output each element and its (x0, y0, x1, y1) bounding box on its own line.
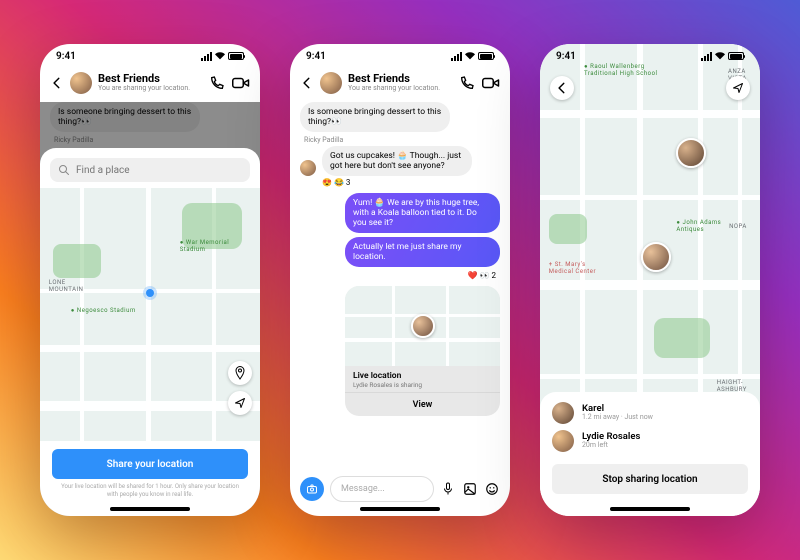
map-label: ● John Adams Antiques (676, 219, 721, 233)
reaction-pill[interactable]: 😍 😂 3 (322, 178, 500, 187)
clock: 9:41 (306, 51, 326, 62)
chat-subtitle: You are sharing your location. (348, 85, 452, 93)
status-icons (451, 51, 494, 61)
clock: 9:41 (56, 51, 76, 62)
live-location-subtitle: Lydie Rosales is sharing (353, 381, 492, 389)
chat-subtitle: You are sharing your location. (98, 85, 202, 93)
person-subtitle: 1.2 mi away · Just now (582, 414, 653, 422)
location-picker-sheet: LONE MOUNTAIN NOPA ● Negoesco Stadium ● … (40, 148, 260, 516)
battery-icon (728, 52, 744, 60)
back-button[interactable] (550, 76, 574, 100)
clock: 9:41 (556, 51, 576, 62)
map-label: NOPA (729, 223, 747, 230)
map[interactable]: LONE MOUNTAIN NOPA ● Negoesco Stadium ● … (40, 188, 260, 441)
live-location-card[interactable]: Live location Lydie Rosales is sharing V… (345, 286, 500, 416)
chat-title: Best Friends (348, 73, 452, 85)
person-row[interactable]: Karel 1.2 mi away · Just now (552, 402, 748, 424)
map-label-negoesco: ● Negoesco Stadium (71, 307, 136, 314)
battery-icon (478, 52, 494, 60)
call-button[interactable] (458, 74, 476, 92)
mic-button[interactable] (440, 481, 456, 497)
live-location-thumbnail (345, 286, 500, 366)
status-bar: 9:41 (540, 44, 760, 68)
camera-button[interactable] (300, 477, 324, 501)
phone-3: 9:41 ● Raoul Wallenberg Traditional High… (540, 44, 760, 516)
live-location-view-button[interactable]: View (345, 392, 500, 416)
chat-header: Best Friends You are sharing your locati… (290, 68, 510, 102)
search-input[interactable] (76, 165, 242, 176)
sticker-button[interactable] (484, 481, 500, 497)
live-location-title: Live location (353, 371, 492, 381)
map-label-lone-mountain: LONE MOUNTAIN (49, 279, 84, 293)
back-button[interactable] (50, 76, 64, 90)
outgoing-message[interactable]: Yum! 🧁 We are by this huge tree, with a … (345, 193, 500, 233)
incoming-message[interactable]: Is someone bringing dessert to this thin… (300, 102, 450, 132)
incoming-message[interactable]: Got us cupcakes! 🧁 Though... just got he… (322, 146, 472, 176)
person-subtitle: 20m left (582, 442, 640, 450)
recenter-button[interactable] (228, 391, 252, 415)
people-sheet[interactable]: Karel 1.2 mi away · Just now Lydie Rosal… (540, 392, 760, 516)
map-label-war-memorial: ● War Memorial Stadium (180, 239, 229, 253)
incoming-message: Is someone bringing dessert to this thin… (50, 102, 200, 132)
stop-sharing-button[interactable]: Stop sharing location (552, 464, 748, 494)
cellular-icon (451, 52, 462, 61)
status-bar: 9:41 (290, 44, 510, 68)
video-call-button[interactable] (482, 74, 500, 92)
share-location-button[interactable]: Share your location (52, 449, 248, 479)
recenter-button[interactable] (726, 76, 750, 100)
reaction-pill[interactable]: ❤️ 👀 2 (300, 271, 496, 280)
gallery-button[interactable] (462, 481, 478, 497)
status-bar: 9:41 (40, 44, 260, 68)
video-call-button[interactable] (232, 74, 250, 92)
share-footnote: Your live location will be shared for 1 … (40, 483, 260, 516)
avatar[interactable] (70, 72, 92, 94)
wifi-icon (715, 51, 725, 61)
sender-name: Ricky Padilla (304, 136, 500, 144)
search-field[interactable] (50, 158, 250, 182)
status-icons (201, 51, 244, 61)
home-indicator[interactable] (610, 507, 690, 511)
sender-name: Ricky Padilla (54, 136, 250, 144)
chat-body[interactable]: Is someone bringing dessert to this thin… (290, 102, 510, 470)
avatar[interactable] (320, 72, 342, 94)
avatar[interactable] (300, 160, 316, 176)
wifi-icon (465, 51, 475, 61)
chat-title: Best Friends (98, 73, 202, 85)
status-icons (701, 51, 744, 61)
call-button[interactable] (208, 74, 226, 92)
cellular-icon (201, 52, 212, 61)
message-input[interactable]: Message... (330, 476, 434, 502)
chat-header: Best Friends You are sharing your locati… (40, 68, 260, 102)
pin-button[interactable] (228, 361, 252, 385)
phone-2: 9:41 Best Friends You are sharing your l… (290, 44, 510, 516)
wifi-icon (215, 51, 225, 61)
avatar-pin (411, 314, 435, 338)
battery-icon (228, 52, 244, 60)
avatar (552, 430, 574, 452)
cellular-icon (701, 52, 712, 61)
avatar (552, 402, 574, 424)
promo-stage: 9:41 Best Friends You are sharing your l… (0, 0, 800, 560)
map-label: + St. Mary's Medical Center (549, 261, 596, 275)
person-row[interactable]: Lydie Rosales 20m left (552, 430, 748, 452)
phone-1: 9:41 Best Friends You are sharing your l… (40, 44, 260, 516)
current-location-dot (146, 289, 154, 297)
outgoing-message[interactable]: Actually let me just share my location. (345, 237, 500, 267)
home-indicator[interactable] (360, 507, 440, 511)
back-button[interactable] (300, 76, 314, 90)
home-indicator[interactable] (110, 507, 190, 511)
search-icon (58, 164, 70, 176)
